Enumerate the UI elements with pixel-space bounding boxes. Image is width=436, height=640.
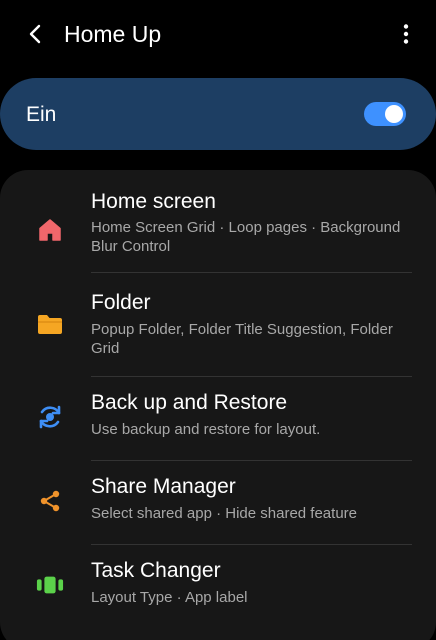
share-icon xyxy=(36,487,64,515)
item-subtitle: Select shared app · Hide shared feature xyxy=(91,505,357,522)
master-switch-label: Ein xyxy=(26,103,57,126)
task-changer-icon xyxy=(36,571,64,599)
toggle-knob xyxy=(385,105,403,123)
list-item-task-changer[interactable]: Task Changer Layout Type · App label xyxy=(0,545,436,628)
item-title: Folder xyxy=(91,291,151,314)
item-title: Home screen xyxy=(91,190,216,213)
home-up-settings-screen: Home Up Ein Home screen Home Screen Grid… xyxy=(0,0,436,640)
list-item-home-screen[interactable]: Home screen Home Screen Grid · Loop page… xyxy=(0,180,436,272)
backup-restore-icon xyxy=(36,403,64,431)
more-options-button[interactable] xyxy=(396,18,416,50)
settings-list: Home screen Home Screen Grid · Loop page… xyxy=(0,170,436,640)
chevron-left-icon xyxy=(29,24,41,44)
item-subtitle: Layout Type · App label xyxy=(91,589,248,606)
more-vertical-icon xyxy=(403,24,409,44)
page-title: Home Up xyxy=(64,21,162,47)
master-toggle[interactable] xyxy=(364,102,406,126)
home-icon xyxy=(36,216,64,244)
list-item-share-manager[interactable]: Share Manager Select shared app · Hide s… xyxy=(0,461,436,544)
item-title: Back up and Restore xyxy=(91,391,288,414)
item-subtitle: Popup Folder, Folder Title Suggestion, F… xyxy=(91,321,393,357)
folder-icon xyxy=(36,310,64,338)
list-item-folder[interactable]: Folder Popup Folder, Folder Title Sugges… xyxy=(0,273,436,376)
item-title: Task Changer xyxy=(91,559,221,582)
master-switch-bar[interactable]: Ein xyxy=(0,78,436,150)
item-subtitle: Use backup and restore for layout. xyxy=(91,421,321,438)
app-bar: Home Up xyxy=(0,0,436,68)
item-title: Share Manager xyxy=(91,475,236,498)
list-item-backup-restore[interactable]: Back up and Restore Use backup and resto… xyxy=(0,377,436,460)
back-button[interactable] xyxy=(20,18,52,50)
item-subtitle: Home Screen Grid · Loop pages · Backgrou… xyxy=(91,219,401,255)
